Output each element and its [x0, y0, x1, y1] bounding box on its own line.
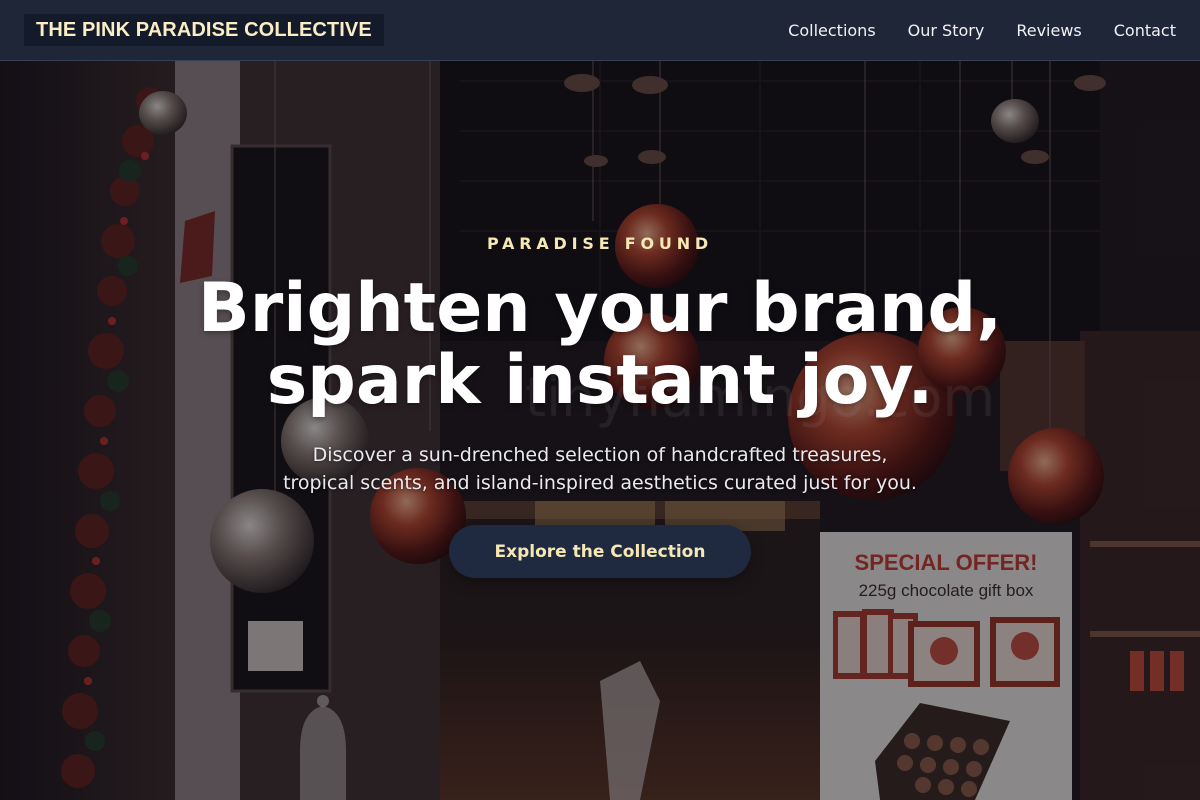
hero-eyebrow: PARADISE FOUND: [487, 234, 713, 253]
explore-collection-button[interactable]: Explore the Collection: [449, 525, 751, 578]
nav-link-contact[interactable]: Contact: [1114, 21, 1176, 40]
landing-page: THE PINK PARADISE COLLECTIVE Collections…: [0, 0, 1200, 800]
hero-headline-line-2: spark instant joy.: [266, 341, 934, 420]
site-header: THE PINK PARADISE COLLECTIVE Collections…: [0, 0, 1200, 61]
nav-link-our-story[interactable]: Our Story: [908, 21, 985, 40]
brand-logo[interactable]: THE PINK PARADISE COLLECTIVE: [24, 14, 384, 46]
nav-link-reviews[interactable]: Reviews: [1016, 21, 1081, 40]
hero-headline-line-1: Brighten your brand,: [197, 269, 1003, 348]
main-nav: Collections Our Story Reviews Contact: [788, 0, 1176, 60]
hero-headline: Brighten your brand, spark instant joy.: [0, 273, 1200, 417]
hero-subtext-line-1: Discover a sun-drenched selection of han…: [312, 444, 888, 466]
hero-subtext-line-2: tropical scents, and island-inspired aes…: [283, 472, 917, 494]
hero-section: PARADISE FOUND Brighten your brand, spar…: [0, 61, 1200, 800]
hero-subtext: Discover a sun-drenched selection of han…: [0, 441, 1200, 497]
nav-link-collections[interactable]: Collections: [788, 21, 875, 40]
